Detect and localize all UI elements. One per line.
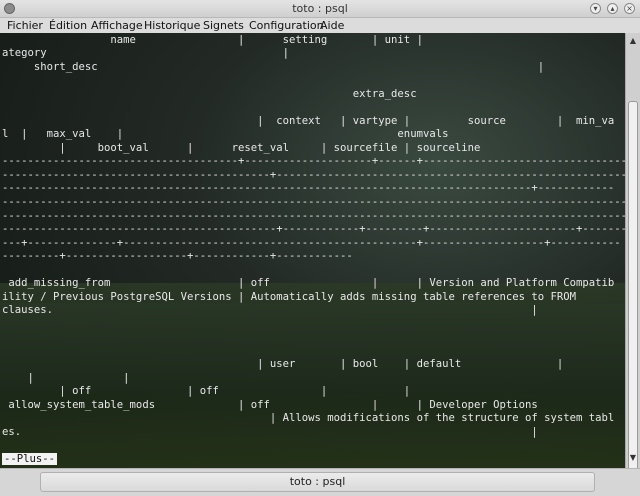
terminal-line: ---+--------------+---------------------…	[2, 237, 621, 249]
terminal-line: clauses. |	[2, 304, 538, 316]
title-bar[interactable]: toto : psql ▾ ▴ ×	[0, 0, 640, 18]
terminal-line: | |	[2, 372, 130, 384]
terminal-line: short_desc |	[2, 61, 545, 73]
terminal-line: ---------+-------------------+----------…	[2, 250, 353, 262]
menu-historique[interactable]: Historique	[144, 19, 200, 32]
minimize-icon[interactable]: ▾	[590, 3, 601, 14]
terminal-line: add_missing_from | off | | Version and P…	[2, 277, 615, 289]
terminal-line: l | max_val | enumvals	[2, 128, 449, 140]
menu-edition[interactable]: Édition	[49, 19, 87, 32]
konsole-window: toto : psql ▾ ▴ × Fichier Édition Affich…	[0, 0, 640, 496]
window-title: toto : psql	[292, 2, 348, 15]
terminal-output[interactable]: name | setting | unit | c ategory | shor…	[0, 33, 625, 468]
terminal-line: ----------------------------------------…	[2, 196, 625, 208]
scroll-down-icon[interactable]: ▼	[628, 453, 638, 463]
scrollbar-thumb[interactable]	[628, 101, 638, 471]
tab-session[interactable]: toto : psql	[40, 472, 595, 492]
menu-aide[interactable]: Aide	[320, 19, 344, 32]
terminal-line: es. |	[2, 426, 538, 438]
terminal-line: ategory |	[2, 47, 290, 59]
close-icon[interactable]: ×	[624, 3, 635, 14]
terminal-line: name | setting | unit | c	[2, 34, 625, 46]
tab-bar: toto : psql	[0, 468, 640, 496]
terminal-line: ----------------------------------------…	[2, 210, 625, 222]
menu-configuration[interactable]: Configuration	[249, 19, 324, 32]
pager-prompt: --Plus--	[2, 453, 58, 465]
terminal-line: | Allows modifications of the structure …	[2, 412, 615, 424]
scroll-up-icon[interactable]: ▲	[628, 36, 638, 46]
menu-affichage[interactable]: Affichage	[91, 19, 143, 32]
terminal-line: | context | vartype | source | min_va	[2, 115, 615, 127]
terminal-line: | off | off | |	[2, 385, 411, 397]
terminal-line: | user | bool | default |	[2, 358, 564, 370]
terminal-line: allow_system_table_mods | off | | Develo…	[2, 399, 538, 411]
terminal-line: ----------------------------------------…	[2, 182, 615, 194]
menu-fichier[interactable]: Fichier	[7, 19, 43, 32]
terminal-line: | boot_val | reset_val | sourcefile | so…	[2, 142, 481, 154]
maximize-icon[interactable]: ▴	[607, 3, 618, 14]
menu-bar: Fichier Édition Affichage Historique Sig…	[0, 18, 640, 34]
vertical-scrollbar[interactable]: ▲ ▼	[625, 33, 640, 471]
terminal-line: ility / Previous PostgreSQL Versions | A…	[2, 291, 577, 303]
menu-signets[interactable]: Signets	[203, 19, 244, 32]
terminal-line: ----------------------------------------…	[2, 169, 625, 181]
terminal-line: ----------------------------------------…	[2, 223, 625, 235]
terminal-line: extra_desc	[2, 88, 417, 100]
terminal-line: -------------------------------------+--…	[2, 155, 625, 167]
